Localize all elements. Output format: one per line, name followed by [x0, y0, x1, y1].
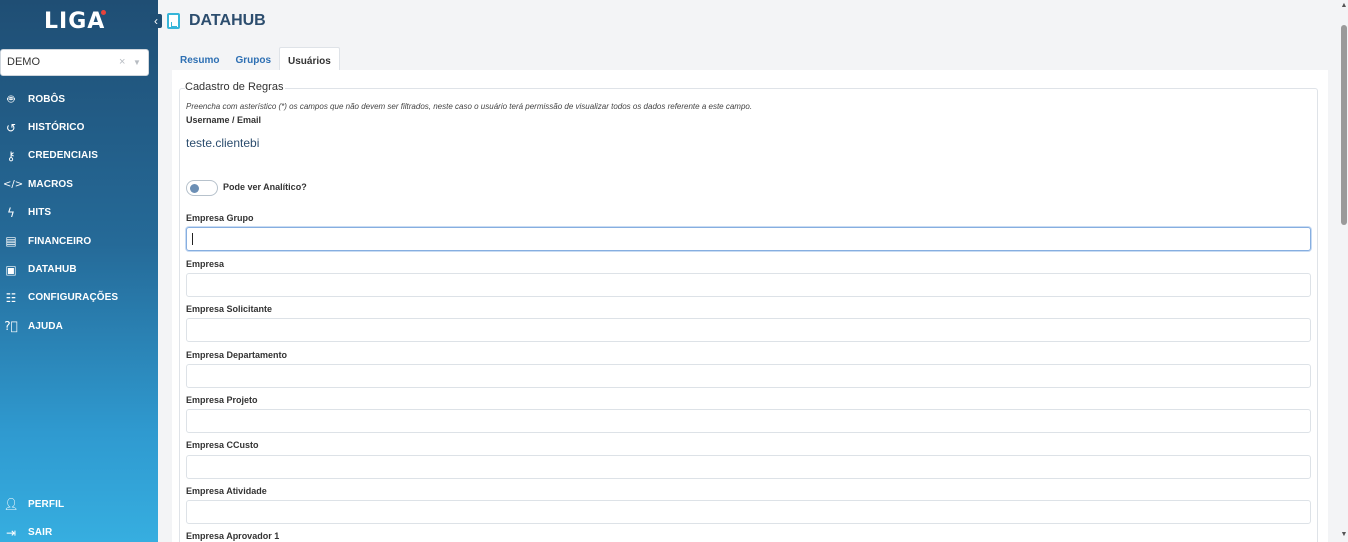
form-hint: Preencha com asterístico (*) os campos q…: [186, 102, 753, 111]
sidebar-item-label: DATAHUB: [28, 264, 77, 276]
field-label-empresa-solicitante: Empresa Solicitante: [186, 304, 273, 314]
user-icon: 👤︎: [3, 497, 19, 512]
field-label-empresa-projeto: Empresa Projeto: [186, 395, 258, 405]
file-chart-icon: [167, 13, 180, 29]
sidebar-item-label: AJUDA: [28, 320, 63, 332]
field-label-empresa: Empresa: [186, 259, 225, 269]
scroll-up-icon[interactable]: ▲: [1340, 2, 1348, 9]
tab-usuarios[interactable]: Usuários: [279, 47, 340, 70]
sidebar-item-sair[interactable]: ⇥ SAIR: [0, 518, 158, 542]
sliders-icon: ☷: [5, 290, 17, 305]
sidebar-item-label: CREDENCIAIS: [28, 150, 98, 162]
code-icon: </>: [3, 178, 24, 190]
empresa-ccusto-input[interactable]: [186, 455, 1311, 479]
sidebar-item-credenciais[interactable]: ⚷ CREDENCIAIS: [0, 142, 158, 170]
sidebar-item-datahub[interactable]: ▣ DATAHUB: [0, 255, 158, 283]
toggle-knob: [190, 184, 199, 193]
sidebar-item-perfil[interactable]: 👤︎ PERFIL: [0, 490, 158, 518]
organization-select-value: DEMO: [7, 56, 40, 68]
empresa-departamento-input[interactable]: [186, 364, 1311, 388]
key-icon: ⚷: [6, 148, 16, 163]
logo[interactable]: LIGA: [44, 9, 107, 34]
tab-grupos[interactable]: Grupos: [227, 47, 279, 70]
sidebar-item-label: MACROS: [28, 178, 74, 190]
scroll-down-icon[interactable]: ▼: [1340, 531, 1348, 538]
field-label-empresa-ccusto: Empresa CCusto: [186, 440, 259, 450]
empresa-atividade-input[interactable]: [186, 500, 1311, 524]
help-icon: ?⃝: [4, 319, 18, 334]
tab-resumo[interactable]: Resumo: [172, 47, 227, 70]
field-label-empresa-grupo: Empresa Grupo: [186, 213, 254, 223]
clear-icon[interactable]: ×: [119, 50, 125, 75]
sidebar-item-label: PERFIL: [28, 498, 65, 510]
logout-icon: ⇥: [5, 525, 17, 540]
robot-icon: 🤖︎: [7, 91, 15, 106]
analytics-toggle-label: Pode ver Analítico?: [223, 182, 307, 192]
sidebar-item-label: CONFIGURAÇÕES: [28, 292, 119, 304]
analytics-toggle[interactable]: [186, 180, 218, 196]
chevron-down-icon[interactable]: ▼: [133, 50, 141, 75]
sidebar-item-historico[interactable]: ↺ HISTÓRICO: [0, 113, 158, 141]
invoice-icon: ▤: [5, 234, 17, 249]
sidebar-item-label: HISTÓRICO: [28, 122, 85, 134]
sidebar-item-hits[interactable]: ϟ HITS: [0, 199, 158, 227]
sidebar: LIGA DEMO × ▼ 🤖︎ ROBÔS ↺ HISTÓRICO ⚷ CRE…: [0, 0, 158, 542]
sidebar-item-label: HITS: [28, 207, 52, 219]
sidebar-bottom-nav: 👤︎ PERFIL ⇥ SAIR: [0, 490, 158, 542]
sidebar-item-label: FINANCEIRO: [28, 235, 92, 247]
history-icon: ↺: [5, 120, 17, 135]
empresa-input[interactable]: [186, 273, 1311, 297]
sidebar-item-financeiro[interactable]: ▤ FINANCEIRO: [0, 227, 158, 255]
sidebar-nav: 🤖︎ ROBÔS ↺ HISTÓRICO ⚷ CREDENCIAIS </> M…: [0, 85, 158, 341]
sidebar-item-label: ROBÔS: [28, 93, 66, 105]
sidebar-item-robos[interactable]: 🤖︎ ROBÔS: [0, 85, 158, 113]
empresa-solicitante-input[interactable]: [186, 318, 1311, 342]
sidebar-item-ajuda[interactable]: ?⃝ AJUDA: [0, 312, 158, 340]
username-label: Username / Email: [186, 115, 262, 125]
field-label-empresa-atividade: Empresa Atividade: [186, 486, 267, 496]
organization-select[interactable]: DEMO × ▼: [0, 49, 149, 76]
bolt-icon: ϟ: [7, 205, 15, 220]
page-scrollbar[interactable]: ▲ ▼: [1340, 0, 1348, 542]
empresa-grupo-input[interactable]: [186, 227, 1311, 251]
field-label-empresa-aprovador-1: Empresa Aprovador 1: [186, 531, 280, 541]
file-chart-icon: ▣: [5, 262, 17, 277]
sidebar-item-label: SAIR: [28, 527, 53, 539]
sidebar-item-macros[interactable]: </> MACROS: [0, 170, 158, 198]
collapse-sidebar-icon[interactable]: ‹: [150, 14, 162, 28]
username-value: teste.clientebi: [186, 136, 260, 150]
sidebar-item-configuracoes[interactable]: ☷ CONFIGURAÇÕES: [0, 284, 158, 312]
tab-bar: Resumo Grupos Usuários: [172, 47, 340, 70]
empresa-projeto-input[interactable]: [186, 409, 1311, 433]
fieldset-legend: Cadastro de Regras: [185, 81, 286, 93]
text-cursor: [192, 233, 193, 245]
page-title: DATAHUB: [189, 12, 266, 29]
scrollbar-thumb[interactable]: [1341, 25, 1347, 225]
field-label-empresa-departamento: Empresa Departamento: [186, 350, 288, 360]
